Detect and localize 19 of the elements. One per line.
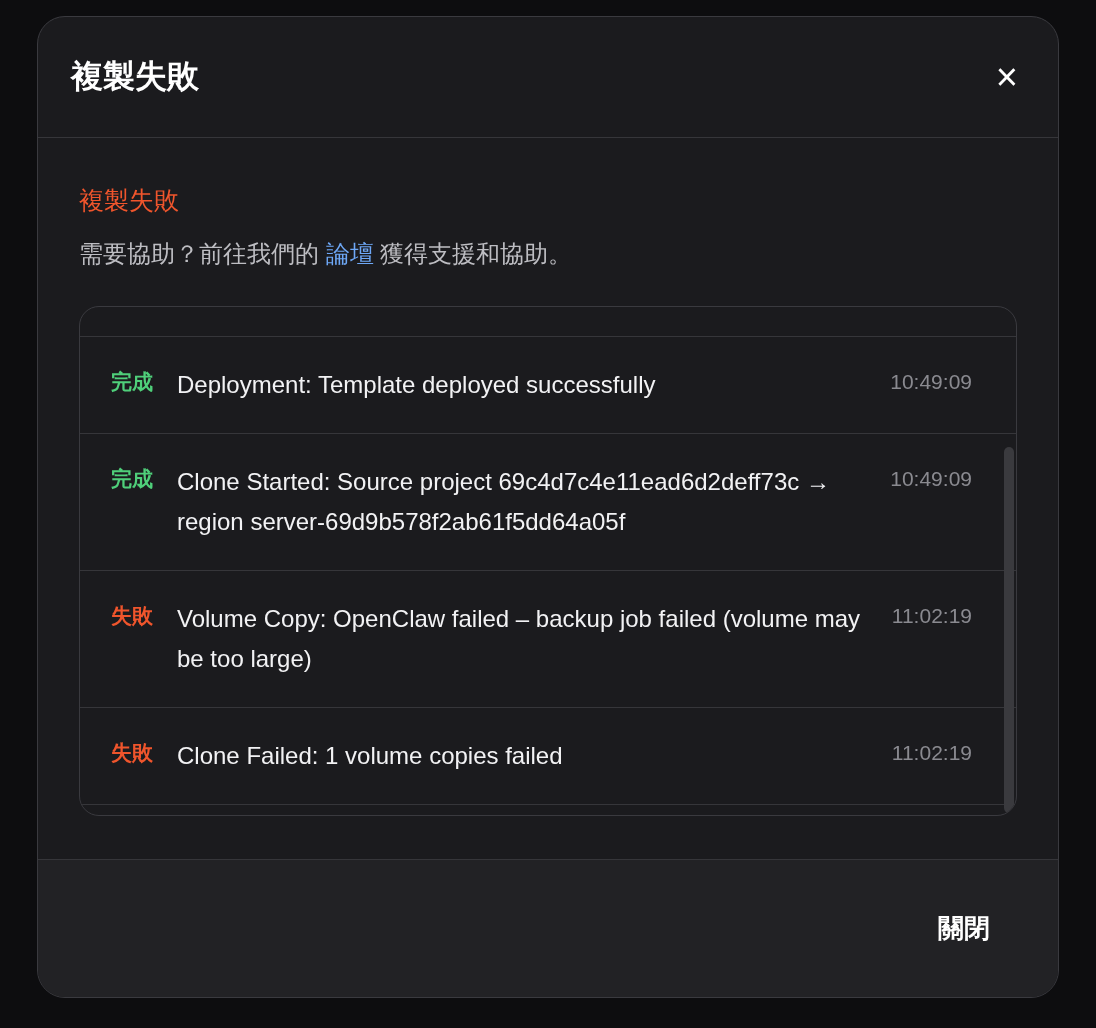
log-message: Deployment: Template deployed successfully [177,370,657,400]
error-title: 複製失敗 [79,185,180,216]
status-label: 失敗 [111,603,153,629]
status-label: 完成 [111,369,153,395]
log-time: 11:02:19 [891,740,972,766]
forum-link[interactable]: 論壇 [325,240,374,267]
log-message: Clone Failed: 1 volume copies failed [177,741,564,771]
log-time: 11:02:19 [891,603,972,629]
close-button[interactable]: × [991,58,1022,96]
help-text: 需要協助？前往我們的 論壇 獲得支援和協助。 [79,239,574,269]
log-time: 10:49:09 [890,369,972,395]
status-label: 失敗 [111,740,153,766]
dialog-title: 複製失敗 [71,57,199,96]
status-label: 完成 [111,466,153,492]
scrollbar-thumb[interactable] [1004,447,1014,813]
log-message: Clone Started: Source project 69c4d7c4e11ead6d2deff73c → region server-69d9b578f2ab61f5dd64a05f [177,467,831,537]
log-time: 10:49:09 [890,466,972,492]
log-message: Volume Copy: OpenClaw failed – backup job failed (volume may be too large) [177,604,862,674]
close-dialog-button[interactable]: 關閉 [938,905,990,952]
